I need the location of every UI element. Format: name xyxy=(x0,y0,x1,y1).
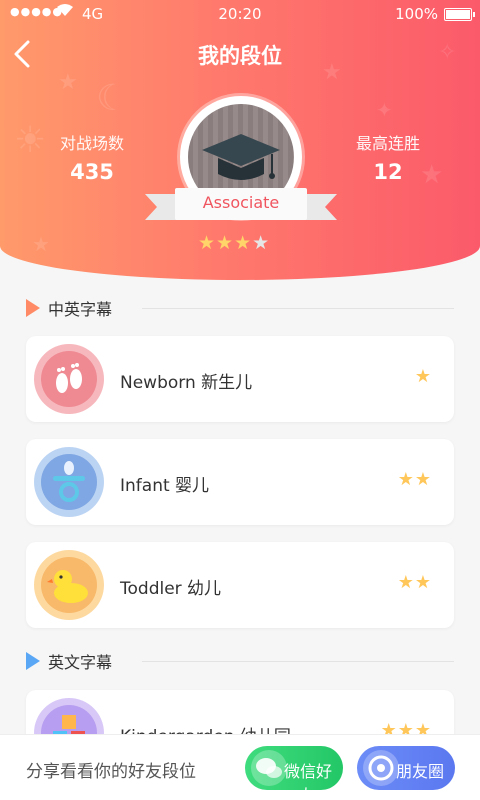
battles-count: 435 xyxy=(70,160,114,184)
level-stars: ★ xyxy=(414,366,432,387)
level-icon xyxy=(34,447,104,517)
level-name: Newborn 新生儿 xyxy=(120,373,253,393)
level-name: Toddler 幼儿 xyxy=(120,579,222,599)
win-streak-label: 最高连胜 xyxy=(355,134,420,153)
star-decoration-icon: ★ xyxy=(32,232,50,256)
win-streak-count: 12 xyxy=(373,160,403,184)
share-bar: 分享看看你的好友段位 微信好友 朋友圈 xyxy=(0,734,480,800)
battery-percent: 100% xyxy=(395,5,438,23)
level-icon xyxy=(34,550,104,620)
play-triangle-icon xyxy=(26,652,40,670)
rubber-duck-icon xyxy=(47,570,88,603)
section-header-bilingual: 中英字幕 xyxy=(26,297,112,319)
win-streak-stat: 最高连胜 12 xyxy=(323,130,453,184)
moon-decoration-icon: ☾ xyxy=(96,78,129,119)
share-moments-button[interactable]: 朋友圈 xyxy=(357,746,455,790)
section-title: 中英字幕 xyxy=(48,300,113,319)
moments-label: 朋友圈 xyxy=(395,762,444,781)
battles-label: 对战场数 xyxy=(59,134,124,153)
share-wechat-button[interactable]: 微信好友 xyxy=(245,746,343,800)
battery-icon xyxy=(444,8,475,21)
level-name: Infant 婴儿 xyxy=(120,476,210,496)
wechat-label: 微信好友 xyxy=(283,762,332,800)
rank-stars: ★★★★ xyxy=(198,232,270,254)
level-card-infant[interactable]: Infant 婴儿 ★★ xyxy=(26,439,454,525)
section-title: 英文字幕 xyxy=(48,653,113,672)
battles-stat: 对战场数 435 xyxy=(27,130,157,184)
star-icon: ★ xyxy=(216,232,235,254)
star-decoration-icon: ✦ xyxy=(376,98,393,122)
divider xyxy=(142,308,454,309)
level-stars: ★★ xyxy=(397,572,432,593)
level-stars: ★★ xyxy=(397,469,432,490)
star-empty-icon: ★ xyxy=(252,232,271,254)
section-header-english: 英文字幕 xyxy=(26,650,112,672)
status-bar: ●●●●● 4G 20:20 100% xyxy=(0,0,480,28)
level-icon xyxy=(34,344,104,414)
star-icon: ★ xyxy=(234,232,253,254)
star-decoration-icon: ★ xyxy=(58,70,78,95)
share-prompt: 分享看看你的好友段位 xyxy=(26,762,196,782)
divider xyxy=(142,661,454,662)
pacifier-icon xyxy=(53,461,85,502)
baby-feet-icon xyxy=(56,363,82,393)
page-title: 我的段位 xyxy=(198,44,282,68)
level-card-newborn[interactable]: Newborn 新生儿 ★ xyxy=(26,336,454,422)
star-icon: ★ xyxy=(198,232,217,254)
play-triangle-icon xyxy=(26,299,40,317)
rank-name: Associate xyxy=(202,193,280,212)
level-card-toddler[interactable]: Toddler 幼儿 ★★ xyxy=(26,542,454,628)
